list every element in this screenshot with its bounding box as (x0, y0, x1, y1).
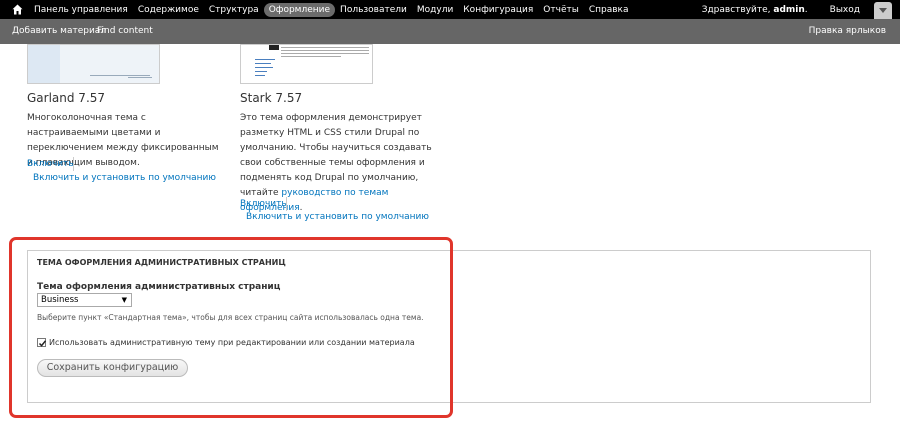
garland-enable-default-link[interactable]: Включить и установить по умолчанию (33, 173, 216, 183)
toolbar-item-content[interactable]: Содержимое (133, 3, 204, 17)
chevron-down-icon (879, 8, 887, 13)
use-admin-theme-checkbox[interactable] (37, 338, 47, 347)
user-greeting: Здравствуйте, admin. (701, 4, 808, 15)
dropdown-arrow-icon: ▼ (121, 296, 127, 304)
stark-title: Stark 7.57 (240, 91, 303, 105)
stark-screenshot (240, 44, 373, 84)
shortcuts-toggle-button[interactable] (874, 2, 892, 19)
separator (286, 197, 287, 211)
toolbar-item-structure[interactable]: Структура (204, 3, 264, 17)
toolbar-item-appearance[interactable]: Оформление (263, 2, 336, 17)
checkmark-icon (38, 340, 47, 347)
toolbar-item-configuration[interactable]: Конфигурация (458, 3, 538, 17)
admin-theme-fieldset (27, 250, 871, 403)
garland-enable-link[interactable]: Включить (27, 159, 74, 169)
logout-link[interactable]: Выход (830, 5, 860, 15)
save-configuration-button[interactable]: Сохранить конфигурацию (37, 359, 188, 377)
stark-enable-link[interactable]: Включить (240, 199, 287, 209)
garland-screenshot (27, 44, 160, 84)
toolbar-item-help[interactable]: Справка (584, 3, 634, 17)
toolbar-item-people[interactable]: Пользователи (335, 3, 412, 17)
shortcut-add-content[interactable]: Добавить материал (12, 26, 106, 36)
garland-title: Garland 7.57 (27, 91, 106, 105)
username-link[interactable]: admin (773, 5, 804, 15)
toolbar-item-reports[interactable]: Отчёты (538, 3, 584, 17)
toolbar-menu: Панель управления Содержимое Структура О… (29, 0, 633, 19)
admin-theme-hint: Выберите пункт «Стандартная тема», чтобы… (37, 313, 424, 322)
admin-toolbar: Панель управления Содержимое Структура О… (0, 0, 900, 19)
admin-theme-select[interactable]: Business ▼ (37, 293, 132, 307)
separator (73, 157, 74, 171)
toolbar-item-dashboard[interactable]: Панель управления (29, 3, 133, 17)
home-icon[interactable] (12, 4, 23, 15)
admin-theme-legend: ТЕМА ОФОРМЛЕНИЯ АДМИНИСТРАТИВНЫХ СТРАНИЦ (37, 258, 286, 267)
stark-enable-default-link[interactable]: Включить и установить по умолчанию (246, 212, 429, 222)
toolbar-item-modules[interactable]: Модули (412, 3, 458, 17)
admin-theme-selected-value: Business (41, 295, 79, 305)
admin-theme-field-label: Тема оформления административных страниц (37, 282, 281, 292)
edit-shortcuts-link[interactable]: Правка ярлыков (809, 26, 886, 36)
shortcut-bar: Добавить материал Find content Правка яр… (0, 19, 900, 44)
shortcut-find-content[interactable]: Find content (97, 26, 153, 36)
toolbar-user: Здравствуйте, admin. Выход (702, 0, 860, 19)
use-admin-theme-label[interactable]: Использовать административную тему при р… (49, 338, 415, 347)
